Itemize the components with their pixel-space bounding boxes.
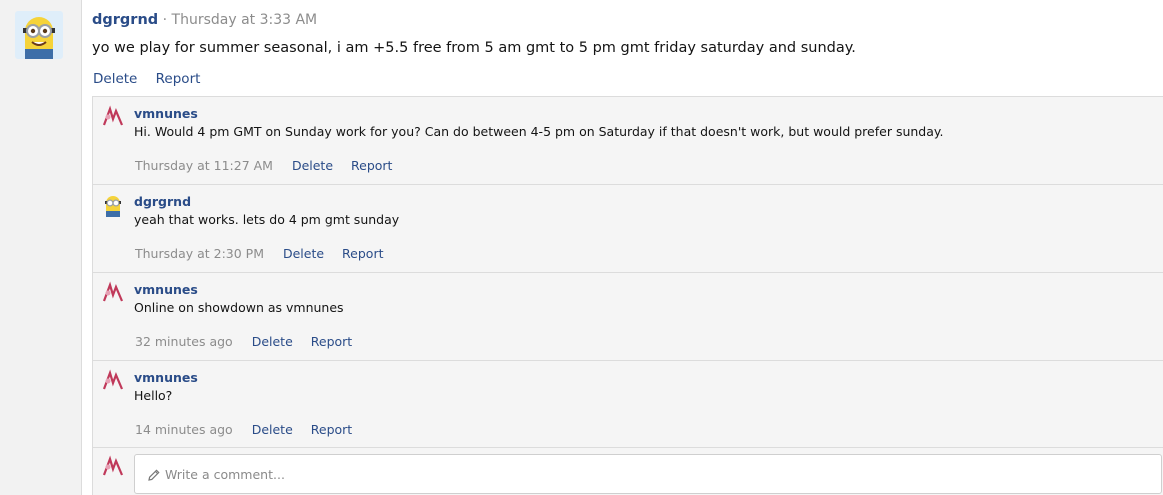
avatar-minion[interactable] [15,11,63,59]
post-header: dgrgrnd · Thursday at 3:33 AM [92,12,317,28]
comment-author-link[interactable]: vmnunes [134,370,198,385]
comment-delete-link[interactable]: Delete [283,246,324,261]
avatar-vmnunes[interactable] [101,369,125,393]
post-author-link[interactable]: dgrgrnd [92,12,158,28]
comment-item: dgrgrnd yeah that works. lets do 4 pm gm… [93,185,1163,273]
comment-meta: 14 minutes ago Delete Report [135,422,366,437]
comment-meta: Thursday at 11:27 AM Delete Report [135,158,406,173]
comment-meta: Thursday at 2:30 PM Delete Report [135,246,397,261]
comment-list: vmnunes Hi. Would 4 pm GMT on Sunday wor… [92,96,1163,495]
avatar-vmnunes[interactable] [101,105,125,129]
pencil-icon [147,467,161,481]
comment-item: vmnunes Hi. Would 4 pm GMT on Sunday wor… [93,97,1163,185]
profile-post: dgrgrnd · Thursday at 3:33 AM yo we play… [0,0,1163,495]
comment-timestamp[interactable]: 14 minutes ago [135,422,233,437]
avatar-vmnunes[interactable] [101,281,125,305]
comment-composer [93,448,1163,495]
comment-text: yeah that works. lets do 4 pm gmt sunday [134,212,400,227]
post-body: yo we play for summer seasonal, i am +5.… [92,40,856,56]
comment-timestamp[interactable]: Thursday at 11:27 AM [135,158,273,173]
comment-text: Online on showdown as vmnunes [134,300,344,315]
comment-author-link[interactable]: dgrgrnd [134,194,191,209]
separator-dot: · [162,12,168,28]
comment-input-box[interactable] [134,454,1162,494]
comment-item: vmnunes Hello? 14 minutes ago Delete Rep… [93,361,1163,448]
comment-author-link[interactable]: vmnunes [134,282,198,297]
comment-text: Hi. Would 4 pm GMT on Sunday work for yo… [134,124,944,139]
comment-text: Hello? [134,388,173,403]
comment-timestamp[interactable]: Thursday at 2:30 PM [135,246,264,261]
avatar-minion[interactable] [101,193,125,217]
comment-report-link[interactable]: Report [342,246,383,261]
comment-timestamp[interactable]: 32 minutes ago [135,334,233,349]
comment-report-link[interactable]: Report [311,334,352,349]
post-actions: Delete Report [93,71,214,87]
comment-author-link[interactable]: vmnunes [134,106,198,121]
comment-item: vmnunes Online on showdown as vmnunes 32… [93,273,1163,361]
comment-delete-link[interactable]: Delete [252,334,293,349]
post-report-link[interactable]: Report [156,71,201,87]
avatar-vmnunes [101,455,125,479]
comment-input[interactable] [165,463,1125,485]
comment-report-link[interactable]: Report [351,158,392,173]
post-timestamp[interactable]: Thursday at 3:33 AM [172,12,318,28]
comment-delete-link[interactable]: Delete [252,422,293,437]
comment-meta: 32 minutes ago Delete Report [135,334,366,349]
comment-report-link[interactable]: Report [311,422,352,437]
comment-delete-link[interactable]: Delete [292,158,333,173]
post-delete-link[interactable]: Delete [93,71,137,87]
